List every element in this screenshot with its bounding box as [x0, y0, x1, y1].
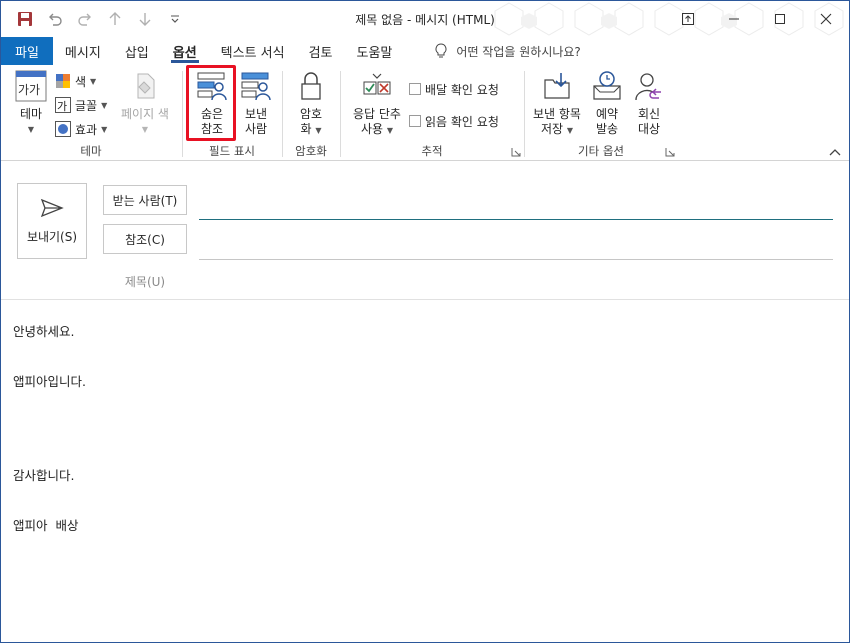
from-button[interactable]: 보낸 사람: [235, 69, 277, 137]
tell-me-box[interactable]: 어떤 작업을 원하시나요?: [404, 37, 581, 65]
encrypt-label-line2: 화 ▼: [300, 122, 322, 136]
encrypt-label-line1: 암호: [299, 107, 323, 121]
delay-delivery-button[interactable]: 예약 발송: [587, 69, 627, 137]
maximize-icon[interactable]: [757, 1, 803, 37]
svg-text:가가: 가가: [18, 83, 40, 97]
colors-label: 색: [75, 74, 87, 89]
voting-label-line1: 응답 단추: [353, 107, 401, 121]
effects-label: 효과: [75, 122, 98, 137]
to-button[interactable]: 받는 사람(T): [103, 185, 187, 215]
checkbox-unchecked-icon: [409, 83, 421, 95]
from-label-line1: 보낸: [244, 107, 268, 121]
colors-button[interactable]: 색 ▼: [55, 71, 96, 91]
voting-buttons-button[interactable]: 응답 단추 사용 ▼: [347, 69, 407, 138]
tab-file[interactable]: 파일: [1, 37, 53, 65]
send-label: 보내기(S): [26, 229, 78, 244]
tab-format-text[interactable]: 텍스트 서식: [209, 37, 297, 65]
voting-icon: [360, 69, 394, 103]
window-controls: [665, 1, 849, 37]
body-line: 앱피아 배상: [13, 518, 79, 533]
ribbon: 가가 테마 ▼ 색 ▼ 가 글꼴 ▼ 효과 ▼ 페이지 색 ▼ 테마 숨은 참조…: [1, 65, 849, 161]
bcc-highlight-box: [186, 65, 236, 141]
collapse-ribbon-icon[interactable]: [829, 148, 841, 156]
colors-icon: [56, 74, 70, 88]
theme-group: 가가 테마 ▼ 색 ▼ 가 글꼴 ▼ 효과 ▼ 페이지 색 ▼ 테마: [1, 65, 181, 161]
chevron-down-icon: ▼: [101, 124, 108, 134]
fonts-button[interactable]: 가 글꼴 ▼: [55, 95, 107, 115]
encrypt-button[interactable]: 암호 화 ▼: [291, 69, 331, 138]
tab-message[interactable]: 메시지: [53, 37, 113, 65]
body-line: 안녕하세요.: [13, 324, 75, 339]
delivery-receipt-checkbox[interactable]: 배달 확인 요청: [409, 79, 499, 99]
svg-text:가: 가: [57, 100, 67, 113]
page-color-icon: [128, 69, 162, 103]
save-sent-item-icon: [540, 69, 574, 103]
fonts-label: 글꼴: [75, 98, 98, 113]
subject-label: 제목(U): [124, 275, 166, 289]
chevron-down-icon: ▼: [90, 76, 97, 86]
more-options-group: 보낸 항목 저장 ▼ 예약 발송 회신 대상 기타 옵션: [525, 65, 677, 161]
effects-button[interactable]: 효과 ▼: [55, 119, 107, 139]
minimize-icon[interactable]: [711, 1, 757, 37]
body-line: 앱피아입니다.: [13, 374, 86, 389]
to-field[interactable]: [199, 219, 833, 220]
direct-replies-icon: [632, 69, 666, 103]
chevron-down-icon: ▼: [101, 100, 108, 110]
encrypt-group: 암호 화 ▼ 암호화: [283, 65, 339, 161]
tab-insert[interactable]: 삽입: [113, 37, 161, 65]
more-options-group-label: 기타 옵션: [578, 144, 624, 158]
theme-label: 테마: [19, 107, 43, 121]
page-color-label: 페이지 색: [121, 107, 169, 121]
voting-label-line2: 사용 ▼: [360, 122, 394, 136]
body-line: 감사합니다.: [13, 468, 75, 483]
read-receipt-checkbox[interactable]: 읽음 확인 요청: [409, 111, 499, 131]
theme-button[interactable]: 가가 테마 ▼: [11, 69, 51, 137]
checkbox-unchecked-icon: [409, 115, 421, 127]
send-icon: [40, 198, 64, 217]
read-receipt-label: 읽음 확인 요청: [425, 114, 499, 129]
ribbon-tabs: 파일 메시지 삽입 옵션 텍스트 서식 검토 도움말 어떤 작업을 원하시나요?: [1, 37, 849, 65]
theme-icon: 가가: [14, 69, 48, 103]
from-label-line2: 사람: [244, 122, 268, 136]
save-sent-label-line1: 보낸 항목: [533, 107, 581, 121]
save-sent-label-line2: 저장 ▼: [540, 122, 574, 136]
from-icon: [239, 69, 273, 103]
chevron-down-icon: ▼: [141, 125, 149, 134]
delay-delivery-label-line2: 발송: [595, 122, 619, 136]
page-color-button[interactable]: 페이지 색 ▼: [117, 69, 173, 137]
tracking-group-label: 추적: [421, 144, 443, 158]
lock-icon: [294, 69, 328, 103]
delivery-receipt-label: 배달 확인 요청: [425, 82, 499, 97]
direct-replies-label-line1: 회신: [637, 107, 661, 121]
delay-delivery-icon: [590, 69, 624, 103]
tab-options[interactable]: 옵션: [161, 37, 209, 65]
chevron-down-icon: ▼: [27, 125, 35, 134]
encrypt-group-label: 암호화: [295, 144, 327, 158]
cc-button[interactable]: 참조(C): [103, 224, 187, 254]
ribbon-display-options-icon[interactable]: [665, 1, 711, 37]
lightbulb-icon: [435, 43, 447, 58]
tab-review[interactable]: 검토: [297, 37, 345, 65]
fonts-icon: 가: [55, 97, 71, 113]
send-button[interactable]: 보내기(S): [17, 183, 87, 259]
close-icon[interactable]: [803, 1, 849, 37]
direct-replies-button[interactable]: 회신 대상: [629, 69, 669, 137]
effects-icon: [55, 121, 71, 137]
title-bar: 제목 없음 - 메시지 (HTML): [1, 1, 849, 37]
tell-me-placeholder: 어떤 작업을 원하시나요?: [456, 44, 581, 59]
tab-help[interactable]: 도움말: [345, 37, 405, 65]
compose-header: 보내기(S) 받는 사람(T) 참조(C) 제목(U): [1, 161, 849, 300]
cc-field[interactable]: [199, 259, 833, 260]
delay-delivery-label-line1: 예약: [595, 107, 619, 121]
theme-group-label: 테마: [80, 144, 102, 158]
direct-replies-label-line2: 대상: [637, 122, 661, 136]
outlook-message-window: 제목 없음 - 메시지 (HTML) 파일 메시지 삽입 옵션 텍스트 서식 검…: [0, 0, 850, 643]
tracking-group: 응답 단추 사용 ▼ 배달 확인 요청 읽음 확인 요청 추적: [341, 65, 523, 161]
show-fields-group: 숨은 참조 보낸 사람 필드 표시: [183, 65, 281, 161]
show-fields-group-label: 필드 표시: [209, 144, 255, 158]
save-sent-item-button[interactable]: 보낸 항목 저장 ▼: [529, 69, 585, 138]
